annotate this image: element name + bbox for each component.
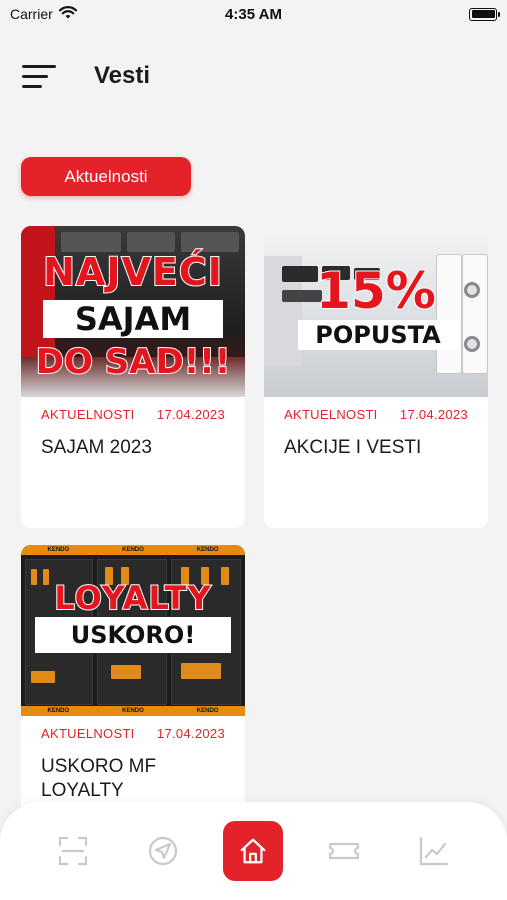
battery-fill: [471, 10, 495, 18]
image-text-line: SAJAM: [43, 300, 223, 338]
card-category: AKTUELNOSTI: [284, 407, 378, 422]
brand-label: KENDO: [47, 708, 70, 714]
news-card[interactable]: NAJVEĆI SAJAM DO SAD!!! AKTUELNOSTI 17.0…: [21, 226, 245, 528]
brand-label: KENDO: [196, 708, 219, 714]
status-left: Carrier: [10, 5, 77, 23]
image-text-line: LOYALTY: [53, 578, 212, 618]
hamburger-menu-icon[interactable]: [22, 58, 58, 94]
home-icon: [241, 838, 266, 864]
card-title: AKCIJE I VESTI: [284, 437, 422, 458]
card-title: USKORO MF LOYALTY: [41, 756, 157, 801]
card-meta: AKTUELNOSTI 17.04.2023: [21, 716, 245, 741]
image-text-line: NAJVEĆI: [42, 249, 223, 295]
card-date: 17.04.2023: [156, 726, 225, 741]
brand-label: KENDO: [196, 547, 219, 553]
ticket-icon: [328, 842, 359, 860]
card-category: AKTUELNOSTI: [41, 726, 135, 741]
image-text-line: POPUSTA: [298, 320, 458, 350]
news-card[interactable]: KENDO KENDO KENDO KENDO KENDO KENDO LOYA…: [21, 545, 245, 815]
nav-explore[interactable]: [133, 821, 193, 881]
nav-stats[interactable]: [404, 821, 464, 881]
news-image-sajam: NAJVEĆI SAJAM DO SAD!!!: [21, 226, 245, 397]
battery-icon: [469, 7, 500, 21]
compass-icon: [149, 836, 178, 866]
bottom-nav: [0, 802, 507, 900]
card-meta: AKTUELNOSTI 17.04.2023: [21, 397, 245, 422]
card-date: 17.04.2023: [156, 407, 225, 422]
news-image-popust: 15% POPUSTA: [264, 226, 488, 397]
image-text-line: DO SAD!!!: [35, 341, 232, 383]
carrier-label: Carrier: [10, 6, 53, 22]
brand-label: KENDO: [122, 547, 144, 553]
chart-icon: [419, 836, 448, 866]
image-text-line: USKORO!: [35, 617, 231, 653]
news-card[interactable]: 15% POPUSTA AKTUELNOSTI 17.04.2023 AKCIJ…: [264, 226, 488, 528]
status-bar: Carrier 4:35 AM: [0, 0, 507, 28]
nav-tickets[interactable]: [314, 821, 374, 881]
card-title: SAJAM 2023: [41, 437, 152, 458]
card-category: AKTUELNOSTI: [41, 407, 135, 422]
brand-strip: KENDO KENDO KENDO: [21, 545, 245, 555]
header: Vesti: [22, 56, 485, 96]
nav-scan[interactable]: [43, 821, 103, 881]
news-image-loyalty: KENDO KENDO KENDO KENDO KENDO KENDO LOYA…: [21, 545, 245, 716]
wifi-icon: [58, 5, 77, 23]
brand-label: KENDO: [47, 547, 70, 553]
page-title: Vesti: [94, 62, 151, 89]
brand-strip: KENDO KENDO KENDO: [21, 706, 245, 716]
image-text-line: 15%: [315, 261, 437, 321]
card-meta: AKTUELNOSTI 17.04.2023: [264, 397, 488, 422]
nav-home[interactable]: [223, 821, 284, 881]
category-chip-aktuelnosti[interactable]: Aktuelnosti: [21, 157, 191, 196]
brand-label: KENDO: [122, 708, 144, 714]
card-date: 17.04.2023: [399, 407, 468, 422]
scan-icon: [58, 836, 88, 866]
